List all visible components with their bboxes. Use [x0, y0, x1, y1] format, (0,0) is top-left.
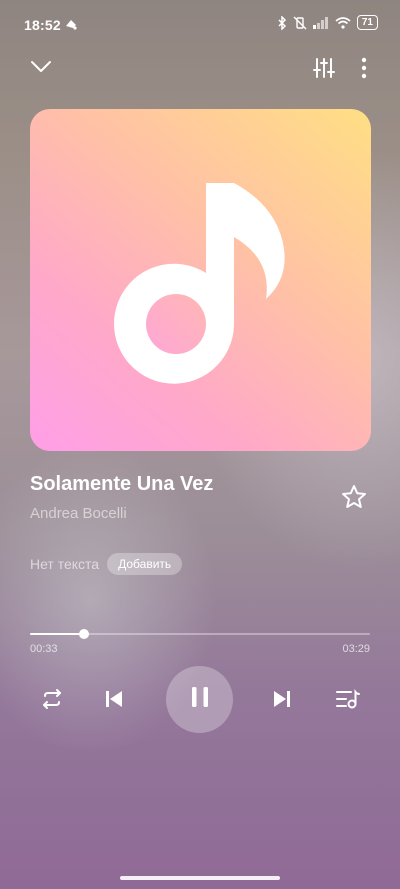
track-artist[interactable]: Andrea Bocelli	[30, 505, 127, 522]
total-time: 03:29	[342, 643, 370, 655]
status-time: 18:52	[24, 17, 61, 33]
status-bar: 18:52 71	[0, 0, 400, 48]
album-cover	[30, 109, 371, 451]
player-top-bar	[0, 52, 400, 84]
track-title: Solamente Una Vez	[30, 473, 214, 495]
no-lyrics-label: Нет текста	[30, 556, 100, 572]
progress-bar[interactable]	[30, 629, 370, 639]
skip-previous-icon[interactable]	[96, 681, 132, 717]
progress-fill	[30, 633, 85, 635]
chevron-down-icon[interactable]	[28, 54, 54, 80]
signal-icon	[312, 16, 329, 29]
pause-icon	[190, 686, 210, 713]
pause-button[interactable]	[166, 666, 233, 733]
playlist-icon[interactable]	[330, 681, 366, 717]
bluetooth-icon	[277, 15, 287, 30]
home-indicator[interactable]	[120, 876, 280, 880]
wifi-icon	[335, 16, 351, 29]
notification-icon	[64, 17, 78, 31]
current-time: 00:33	[30, 643, 58, 655]
vibrate-off-icon	[293, 16, 307, 30]
lyrics-row: Нет текста Добавить	[30, 553, 183, 575]
star-outline-icon[interactable]	[340, 483, 368, 511]
battery-indicator: 71	[356, 15, 378, 30]
repeat-icon[interactable]	[34, 681, 70, 717]
music-note-icon	[114, 183, 285, 384]
progress-handle[interactable]	[79, 629, 90, 639]
add-lyrics-button[interactable]: Добавить	[107, 553, 183, 575]
equalizer-icon[interactable]	[310, 54, 338, 82]
more-vertical-icon[interactable]	[352, 54, 376, 82]
skip-next-icon[interactable]	[264, 681, 300, 717]
